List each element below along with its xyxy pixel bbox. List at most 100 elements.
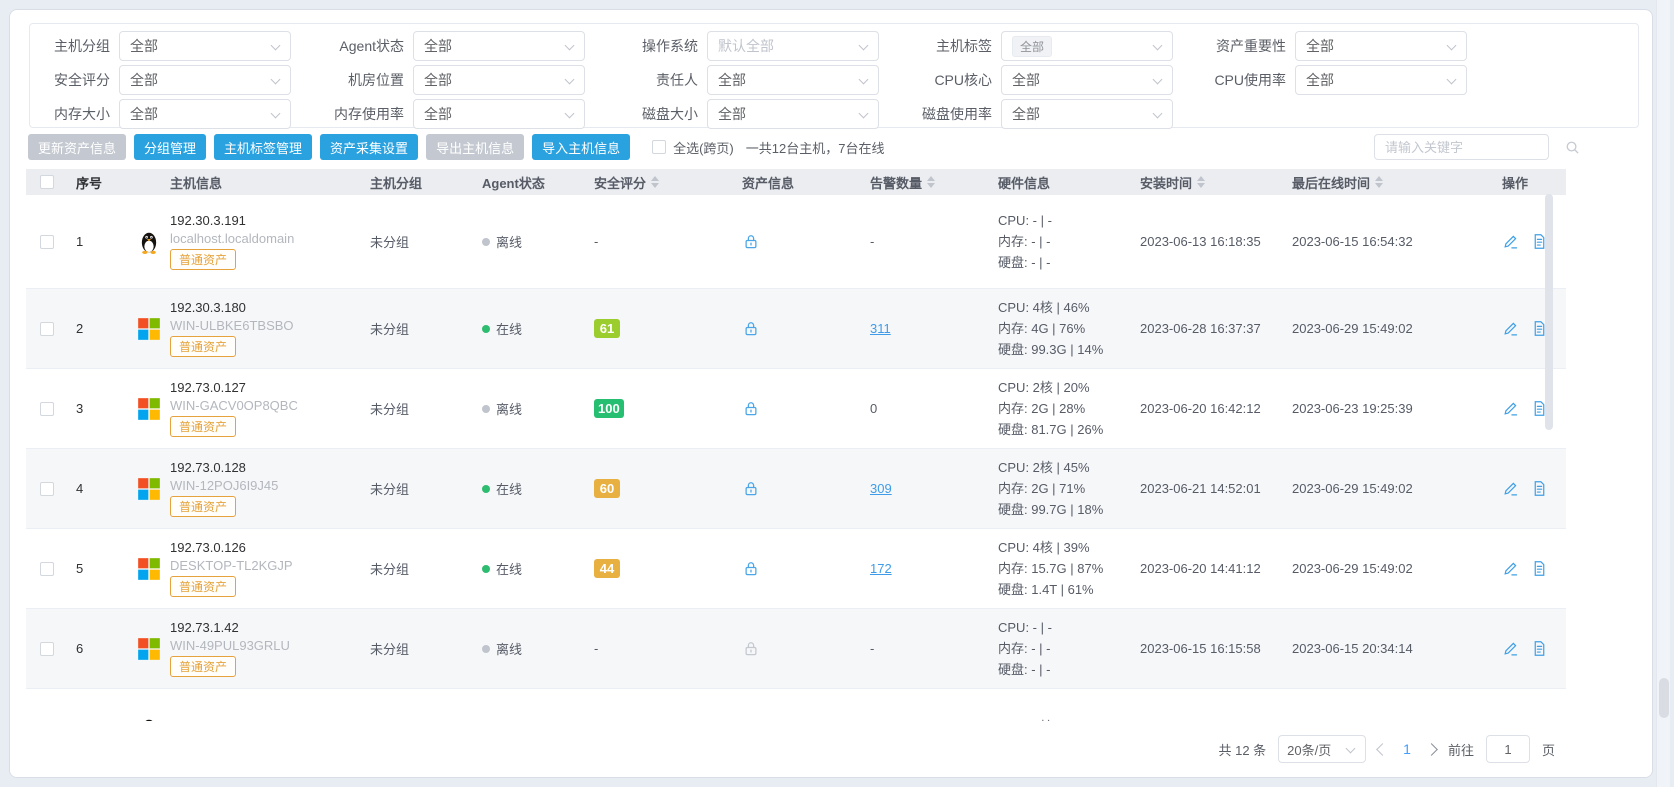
host-row: 5 192.73.0.126 DESKTOP-TL2KGJP 普通资产 未分组 … [26, 529, 1566, 609]
filter-security-score-label: 安全评分 [38, 70, 110, 90]
agent-status-cell: 离线 [482, 195, 594, 288]
filter-security-score-select[interactable]: 全部 [119, 65, 291, 95]
host-info-cell: 192.73.1.42 WIN-49PUL93GRLU 普通资产 [122, 609, 370, 688]
chevron-down-icon [271, 41, 281, 51]
filter-disk-usage-select[interactable]: 全部 [1001, 99, 1173, 129]
header-select-checkbox[interactable] [40, 175, 54, 189]
host-row: 6 192.73.1.42 WIN-49PUL93GRLU 普通资产 未分组 离… [26, 609, 1566, 689]
asset-lock-icon[interactable] [742, 400, 760, 418]
sort-icon[interactable] [651, 176, 659, 188]
host-info-cell: 192.30.3.180 WIN-ULBKE6TBSBO 普通资产 [122, 289, 370, 368]
column-header-index: 序号 [68, 173, 122, 192]
filter-disk-size-select[interactable]: 全部 [707, 99, 879, 129]
select-all-checkbox-label[interactable]: 全选(跨页) [652, 138, 734, 157]
alarm-count-cell: - [870, 195, 998, 288]
export-host-info-button[interactable]: 导出主机信息 [426, 134, 524, 160]
search-input[interactable] [1375, 140, 1565, 155]
filter-memory-usage-select[interactable]: 全部 [413, 99, 585, 129]
host-info-cell: 192.73.0.128 WIN-12POJ6I9J45 普通资产 [122, 449, 370, 528]
asset-lock-icon[interactable] [742, 480, 760, 498]
filter-disk-size-label: 磁盘大小 [626, 104, 698, 124]
group-management-button[interactable]: 分组管理 [134, 134, 206, 160]
asset-type-tag: 普通资产 [170, 249, 236, 270]
filter-cpu-usage-select[interactable]: 全部 [1295, 65, 1467, 95]
host-tag-management-button[interactable]: 主机标签管理 [214, 134, 312, 160]
edit-host-icon[interactable] [1502, 560, 1519, 577]
select-all-checkbox[interactable] [652, 140, 666, 154]
host-group-cell: 未分组 [370, 529, 482, 608]
filter-host-group-select[interactable]: 全部 [119, 31, 291, 61]
column-header-alarm-count[interactable]: 告警数量 [870, 173, 998, 192]
asset-type-tag: 普通资产 [170, 576, 236, 597]
edit-host-icon[interactable] [1502, 640, 1519, 657]
row-checkbox[interactable] [40, 322, 54, 336]
host-ip: 192.73.0.126 [170, 540, 293, 555]
column-header-security-score[interactable]: 安全评分 [594, 173, 742, 192]
asset-lock-icon[interactable] [742, 560, 760, 578]
row-index: 3 [68, 369, 122, 448]
last-online-time-cell: 2023-06-29 15:49:02 [1292, 449, 1502, 528]
security-score-text: - [594, 234, 598, 249]
update-asset-info-button[interactable]: 更新资产信息 [28, 134, 126, 160]
filter-owner-select[interactable]: 全部 [707, 65, 879, 95]
current-page-number[interactable]: 1 [1399, 741, 1415, 757]
alarm-count-link[interactable]: 309 [870, 481, 892, 496]
prev-page-icon[interactable] [1376, 743, 1389, 756]
total-count: 共 12 条 [1218, 740, 1266, 759]
row-checkbox[interactable] [40, 235, 54, 249]
alarm-count-cell: - [870, 609, 998, 688]
sort-icon[interactable] [1375, 176, 1383, 188]
alarm-count-cell: 309 [870, 449, 998, 528]
filter-memory-size-select[interactable]: 全部 [119, 99, 291, 129]
filter-cpu-cores-select[interactable]: 全部 [1001, 65, 1173, 95]
filter-room-location-select[interactable]: 全部 [413, 65, 585, 95]
alarm-count-link[interactable]: 311 [870, 321, 891, 336]
sort-icon[interactable] [927, 176, 935, 188]
row-checkbox[interactable] [40, 482, 54, 496]
filter-asset-importance-value: 全部 [1306, 36, 1334, 56]
column-header-last-online-time[interactable]: 最后在线时间 [1292, 173, 1502, 192]
table-scrollbar-thumb[interactable] [1545, 194, 1553, 430]
edit-host-icon[interactable] [1502, 320, 1519, 337]
edit-host-icon[interactable] [1502, 480, 1519, 497]
host-detail-icon[interactable] [1531, 560, 1548, 577]
next-page-icon[interactable] [1425, 743, 1438, 756]
row-checkbox[interactable] [40, 642, 54, 656]
filter-asset-importance-select[interactable]: 全部 [1295, 31, 1467, 61]
filter-agent-status-select[interactable]: 全部 [413, 31, 585, 61]
asset-lock-icon[interactable] [742, 233, 760, 251]
row-checkbox[interactable] [40, 402, 54, 416]
filter-operating-system-select[interactable]: 默认全部 [707, 31, 879, 61]
asset-lock-icon[interactable] [742, 640, 760, 658]
hardware-info-cell: CPU: 4核 | 46%内存: 4G | 76%硬盘: 99.3G | 14% [998, 289, 1140, 368]
edit-host-icon[interactable] [1502, 400, 1519, 417]
filter-agent-status-value: 全部 [424, 36, 452, 56]
host-detail-icon[interactable] [1531, 640, 1548, 657]
hardware-info-cell: CPU: 2核 | 20%内存: 2G | 28%硬盘: 81.7G | 26% [998, 369, 1140, 448]
page-size-select[interactable]: 20条/页 [1278, 735, 1366, 763]
security-score-cell: 100 [594, 369, 742, 448]
host-detail-icon[interactable] [1531, 480, 1548, 497]
page-scrollbar-track[interactable] [1656, 0, 1670, 787]
filter-cpu-cores: CPU核心 全部 [920, 65, 1214, 95]
windows-os-icon [136, 556, 162, 582]
asset-collection-settings-button[interactable]: 资产采集设置 [320, 134, 418, 160]
goto-page-input[interactable] [1486, 735, 1530, 763]
security-score-cell: 60 [594, 449, 742, 528]
alarm-count-link[interactable]: 172 [870, 561, 892, 576]
asset-lock-icon[interactable] [742, 320, 760, 338]
import-host-info-button[interactable]: 导入主机信息 [532, 134, 630, 160]
page-scrollbar-thumb[interactable] [1659, 678, 1669, 718]
header-checkbox-cell [26, 175, 68, 189]
column-header-install-time[interactable]: 安装时间 [1140, 173, 1292, 192]
filter-cpu-usage: CPU使用率 全部 [1214, 65, 1508, 95]
sort-icon[interactable] [1197, 176, 1205, 188]
filter-host-tag-select[interactable]: 全部 [1001, 31, 1173, 61]
search-icon[interactable] [1565, 140, 1580, 155]
chevron-down-icon [271, 109, 281, 119]
alarm-count-cell: 172 [870, 529, 998, 608]
row-checkbox[interactable] [40, 562, 54, 576]
install-time-cell: 2023-06-15 16:15:58 [1140, 609, 1292, 688]
edit-host-icon[interactable] [1502, 233, 1519, 250]
host-name: WIN-49PUL93GRLU [170, 638, 290, 653]
